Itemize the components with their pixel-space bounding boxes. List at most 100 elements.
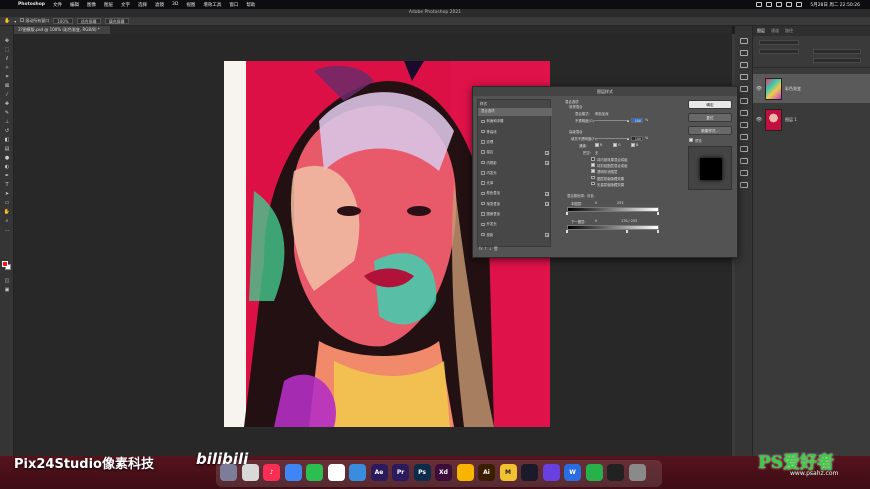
channel-r-checkbox[interactable] — [595, 143, 599, 147]
tool-preset-chevron-icon[interactable]: ▾ — [14, 19, 16, 24]
battery-icon[interactable] — [776, 2, 783, 7]
healing-brush-tool-icon[interactable]: ✚ — [3, 101, 11, 107]
properties-panel-icon[interactable] — [740, 50, 748, 56]
underlying-split-handle[interactable] — [626, 230, 628, 233]
new-style-button[interactable]: 新建样式... — [688, 126, 732, 135]
screen-mode-icon[interactable]: ▣ — [3, 287, 11, 293]
dock-app-icon[interactable] — [306, 464, 323, 481]
menu-select[interactable]: 选择 — [134, 2, 151, 8]
styles-footer[interactable]: fx ↑ ↓ 🗑 — [479, 246, 498, 251]
style-checkbox[interactable] — [481, 160, 485, 165]
dodge-tool-icon[interactable]: ◐ — [3, 164, 11, 170]
dock-app-icon[interactable] — [241, 464, 259, 481]
underlying-layer-gradient[interactable] — [567, 225, 659, 230]
dock-app-icon[interactable]: Ai — [478, 464, 495, 481]
add-style-icon[interactable]: + — [545, 192, 549, 197]
fill-opacity-input[interactable]: 100 — [631, 136, 643, 141]
menu-help[interactable]: 帮助 — [242, 2, 259, 8]
layer-name[interactable]: 彩色渐变 — [785, 86, 801, 92]
menu-edit[interactable]: 编辑 — [66, 2, 83, 8]
rectangle-tool-icon[interactable]: ▭ — [3, 200, 11, 206]
this-layer-black-handle[interactable] — [566, 212, 568, 215]
style-checkbox[interactable] — [481, 222, 485, 227]
magic-wand-tool-icon[interactable]: ✧ — [3, 65, 11, 71]
style-checkbox[interactable] — [481, 201, 485, 206]
dock-app-icon[interactable] — [284, 464, 302, 481]
style-item[interactable]: 图案叠加 — [478, 211, 552, 219]
wifi-icon[interactable] — [766, 2, 773, 7]
menu-type[interactable]: 文字 — [117, 2, 134, 8]
dock-app-icon[interactable]: W — [564, 464, 581, 481]
tab-channels[interactable]: 通道 — [771, 28, 779, 34]
paragraph-panel-icon[interactable] — [740, 158, 748, 164]
gradient-tool-icon[interactable]: ▤ — [3, 146, 11, 152]
marquee-tool-icon[interactable]: ⬚ — [3, 47, 11, 53]
adjustments-panel-icon[interactable] — [740, 110, 748, 116]
blend-if-select[interactable]: 灰色 — [587, 193, 594, 198]
navigator-panel-icon[interactable] — [740, 182, 748, 188]
knockout-select[interactable]: 无 — [595, 150, 598, 155]
style-item[interactable]: 内阴影 + — [478, 160, 552, 168]
eyedropper-tool-icon[interactable]: ⁄ — [3, 92, 11, 98]
preview-checkbox[interactable] — [689, 138, 693, 142]
style-item[interactable]: 混合选项 — [478, 108, 552, 116]
color-panel-icon[interactable] — [740, 62, 748, 68]
dock-app-icon[interactable] — [349, 464, 366, 481]
control-center-icon[interactable] — [796, 2, 803, 7]
blend-option-checkbox[interactable] — [591, 169, 595, 173]
channel-g-checkbox[interactable] — [613, 143, 617, 147]
style-item[interactable]: 纹理 — [478, 139, 552, 147]
move-tool-icon[interactable]: ✥ — [3, 38, 11, 44]
blend-option-checkbox[interactable] — [591, 157, 595, 161]
dock-app-icon[interactable]: M — [499, 464, 517, 481]
crop-tool-icon[interactable]: ⌗ — [3, 74, 11, 80]
menu-file[interactable]: 文件 — [49, 2, 66, 8]
style-item[interactable]: 内发光 — [478, 170, 552, 178]
status-icon[interactable] — [756, 2, 763, 7]
brushes-panel-icon[interactable] — [740, 134, 748, 140]
ok-button[interactable]: 确定 — [688, 100, 732, 109]
opacity-slider[interactable] — [595, 120, 629, 121]
frame-tool-icon[interactable]: ⊠ — [3, 83, 11, 89]
this-layer-white-handle[interactable] — [657, 212, 659, 215]
layer-row[interactable]: 👁 图层 1 — [753, 105, 870, 134]
layer-row[interactable]: 👁 彩色渐变 — [753, 74, 870, 103]
hand-tool-icon[interactable]: ✋ — [4, 18, 10, 24]
hand-tool-icon[interactable]: ✋ — [3, 209, 11, 215]
more-tools-icon[interactable]: … — [3, 227, 11, 233]
libraries-panel-icon[interactable] — [740, 122, 748, 128]
dock-app-icon[interactable] — [607, 464, 624, 481]
document-tab[interactable]: 3?图模版.psd @ 100% (彩色渐变, RGB/8) * — [14, 26, 110, 34]
tab-paths[interactable]: 路径 — [785, 28, 793, 34]
type-tool-icon[interactable]: T — [3, 182, 11, 188]
this-layer-gradient[interactable] — [567, 207, 659, 212]
style-item[interactable]: 投影 + — [478, 232, 552, 240]
blend-option-checkbox[interactable] — [591, 163, 595, 167]
fit-screen-button[interactable]: 适合屏幕 — [76, 18, 101, 24]
menu-plugins[interactable]: 增效工具 — [199, 2, 225, 8]
eraser-tool-icon[interactable]: ◧ — [3, 137, 11, 143]
zoom-tool-icon[interactable]: ⌕ — [3, 218, 11, 224]
quick-mask-icon[interactable]: ◫ — [3, 278, 11, 284]
style-checkbox[interactable] — [481, 191, 485, 196]
lasso-tool-icon[interactable]: ℓ — [3, 56, 11, 62]
scroll-all-windows-checkbox[interactable]: 滚动所有窗口 — [20, 18, 49, 24]
layer-filter-select[interactable] — [759, 40, 799, 45]
style-item[interactable]: 等高线 — [478, 129, 552, 137]
blend-mode-select[interactable]: 明色加深 — [595, 111, 609, 116]
visibility-eye-icon[interactable]: 👁 — [755, 86, 763, 92]
dock-app-icon[interactable] — [585, 464, 603, 481]
fill-field[interactable] — [813, 58, 861, 63]
style-item[interactable]: 光泽 — [478, 180, 552, 188]
visibility-eye-icon[interactable]: 👁 — [755, 117, 763, 123]
blend-mode-select[interactable] — [759, 49, 799, 54]
foreground-color-swatch[interactable] — [2, 261, 8, 267]
dock-app-icon[interactable]: Xd — [435, 464, 452, 481]
menu-filter[interactable]: 滤镜 — [151, 2, 168, 8]
gradients-panel-icon[interactable] — [740, 86, 748, 92]
channel-b-checkbox[interactable] — [631, 143, 635, 147]
history-brush-tool-icon[interactable]: ↺ — [3, 128, 11, 134]
style-item[interactable]: 外发光 — [478, 221, 552, 229]
menu-3d[interactable]: 3D — [168, 2, 182, 7]
blend-option-checkbox[interactable] — [591, 181, 595, 186]
